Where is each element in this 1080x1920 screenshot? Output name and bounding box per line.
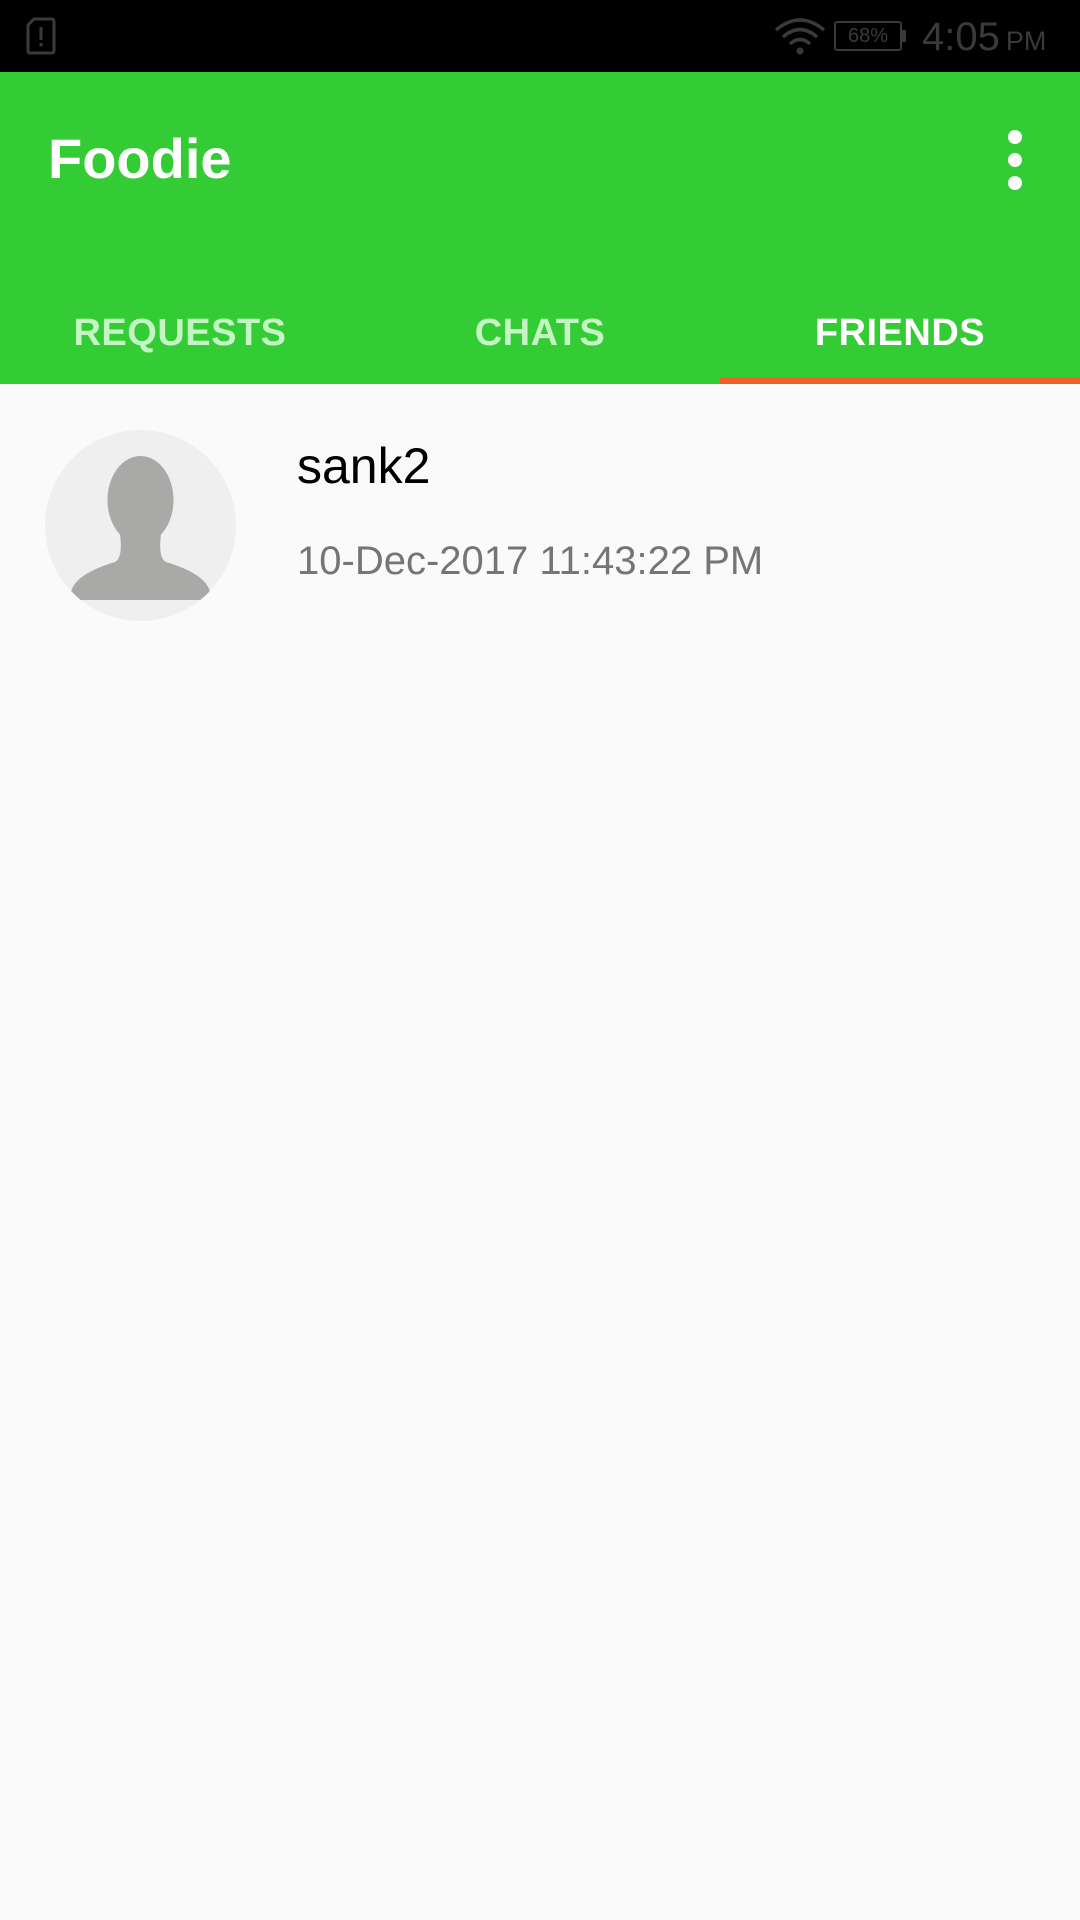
clock: 4:05 PM [922,12,1046,62]
wifi-icon [774,18,826,55]
overflow-dot [1008,130,1022,144]
friend-date: 10-Dec-2017 11:43:22 PM [297,539,764,583]
tab-chats[interactable]: CHATS [360,282,720,384]
friend-name: sank2 [297,438,431,494]
battery-tip [902,30,906,42]
list-item[interactable]: sank2 10-Dec-2017 11:43:22 PM [0,384,1080,644]
avatar [45,430,236,621]
tab-friends[interactable]: FRIENDS [720,282,1080,384]
overflow-dot [1008,153,1022,167]
tab-label: CHATS [474,311,606,354]
clock-ampm: PM [1005,26,1047,56]
app-title: Foodie [48,127,232,190]
status-bar: 68% 4:05 PM [0,0,1080,72]
tab-requests[interactable]: REQUESTS [0,282,360,384]
battery-level: 68% [847,25,889,47]
tab-label: REQUESTS [73,311,287,354]
tab-bar: REQUESTS CHATS FRIENDS [0,282,1080,384]
friends-list[interactable]: sank2 10-Dec-2017 11:43:22 PM [0,384,1080,1920]
sim-alert-icon [26,17,56,55]
default-user-icon [71,456,210,600]
battery-icon: 68% [834,21,902,51]
app-bar: Foodie REQUESTS CHATS FRIENDS [0,72,1080,384]
tab-label: FRIENDS [814,311,986,354]
clock-time: 4:05 [922,15,1000,59]
overflow-dot [1008,176,1022,190]
overflow-menu-button[interactable] [990,124,1040,196]
